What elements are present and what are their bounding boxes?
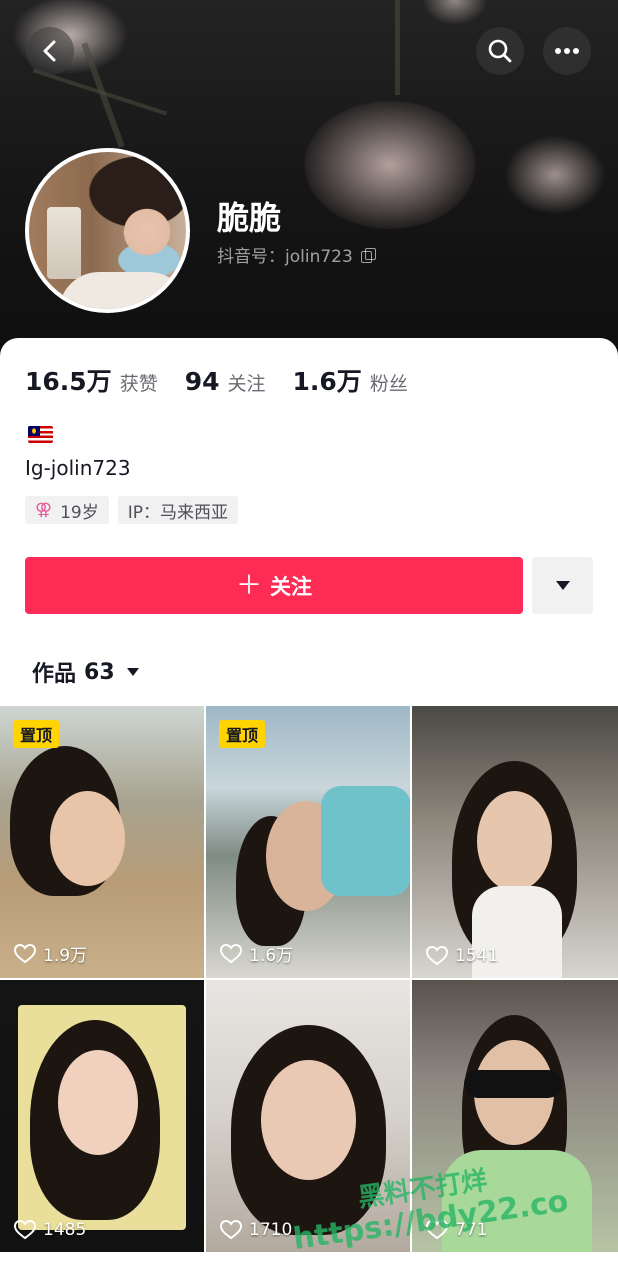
works-count: 63 (84, 659, 115, 685)
like-count: 1.9万 (14, 941, 87, 966)
like-count: 1710 (220, 1220, 292, 1240)
back-button[interactable] (26, 27, 74, 75)
video-thumbnail[interactable]: 1541 (412, 706, 618, 978)
cover-decoration (32, 68, 168, 116)
caret-down-icon (555, 581, 570, 590)
thumbnail-detail (58, 1050, 138, 1155)
malaysia-flag-icon (28, 426, 53, 443)
copy-icon[interactable] (360, 247, 376, 263)
chevron-left-icon (43, 40, 56, 62)
plus-icon: ＋ (235, 570, 262, 601)
female-gender-icon: ⚢ (35, 500, 53, 520)
thumbnail-detail (321, 786, 410, 896)
stat-value: 16.5万 (25, 367, 112, 396)
stat-following[interactable]: 94 关注 (185, 367, 266, 396)
douyin-id-row[interactable]: 抖音号：jolin723 (217, 242, 376, 267)
age-tag: ⚢ 19岁 (25, 496, 109, 524)
stat-value: 1.6万 (292, 367, 362, 396)
search-button[interactable] (476, 27, 524, 75)
stat-label: 关注 (227, 373, 266, 395)
thumbnail-detail (50, 791, 125, 886)
video-thumbnail[interactable]: 置顶 1.6万 (206, 706, 410, 978)
stat-followers[interactable]: 1.6万 粉丝 (293, 362, 408, 398)
bio-text: Ig-jolin723 (25, 456, 131, 480)
stat-likes[interactable]: 16.5万 获赞 (25, 362, 158, 398)
caret-down-icon (126, 668, 139, 676)
douyin-id-text: 抖音号：jolin723 (217, 247, 353, 267)
age-text: 19岁 (60, 502, 99, 523)
like-count: 1485 (14, 1220, 86, 1240)
stat-value: 94 (184, 367, 220, 396)
stat-label: 粉丝 (369, 373, 408, 395)
stats-row: 16.5万 获赞 94 关注 1.6万 粉丝 (25, 362, 435, 398)
cover-decoration (395, 0, 400, 95)
video-thumbnail[interactable]: 1485 (0, 980, 204, 1252)
like-count-text: 1541 (455, 946, 499, 966)
ip-text: IP：马来西亚 (127, 502, 228, 523)
like-count-text: 1.6万 (249, 946, 294, 966)
heart-icon (220, 943, 242, 963)
ip-tag: IP：马来西亚 (117, 496, 238, 524)
recommend-dropdown-button[interactable] (532, 557, 593, 614)
thumbnail-detail (261, 1060, 356, 1180)
profile-cover: 脆脆 抖音号：jolin723 (0, 0, 618, 360)
pinned-badge: 置顶 (219, 720, 266, 748)
video-thumbnail[interactable]: 置顶 1.9万 (0, 706, 204, 978)
more-button[interactable] (543, 27, 591, 75)
heart-icon (14, 1220, 36, 1240)
thumbnail-detail (464, 1070, 562, 1098)
heart-icon (426, 946, 448, 966)
like-count-text: 1.9万 (43, 946, 88, 966)
like-count: 1541 (426, 946, 498, 966)
avatar[interactable] (25, 148, 190, 313)
home-indicator (200, 1261, 420, 1267)
works-label: 作品 (32, 662, 77, 687)
more-dots-icon (555, 48, 579, 54)
pinned-badge: 置顶 (13, 720, 60, 748)
like-count: 1.6万 (220, 941, 293, 966)
stat-label: 获赞 (119, 373, 158, 395)
profile-tags: ⚢ 19岁 IP：马来西亚 (25, 496, 238, 524)
heart-icon (220, 1220, 242, 1240)
search-icon (488, 39, 512, 63)
avatar-detail (47, 207, 81, 279)
heart-icon (14, 943, 36, 963)
like-count-text: 1485 (43, 1220, 87, 1240)
tab-works[interactable]: 作品 63 (32, 656, 139, 688)
follow-label: 关注 (270, 574, 312, 599)
avatar-detail (59, 272, 186, 309)
profile-name: 脆脆 (217, 199, 282, 237)
like-count-text: 1710 (249, 1220, 293, 1240)
follow-button[interactable]: ＋ 关注 (25, 557, 523, 614)
thumbnail-detail (477, 791, 552, 891)
